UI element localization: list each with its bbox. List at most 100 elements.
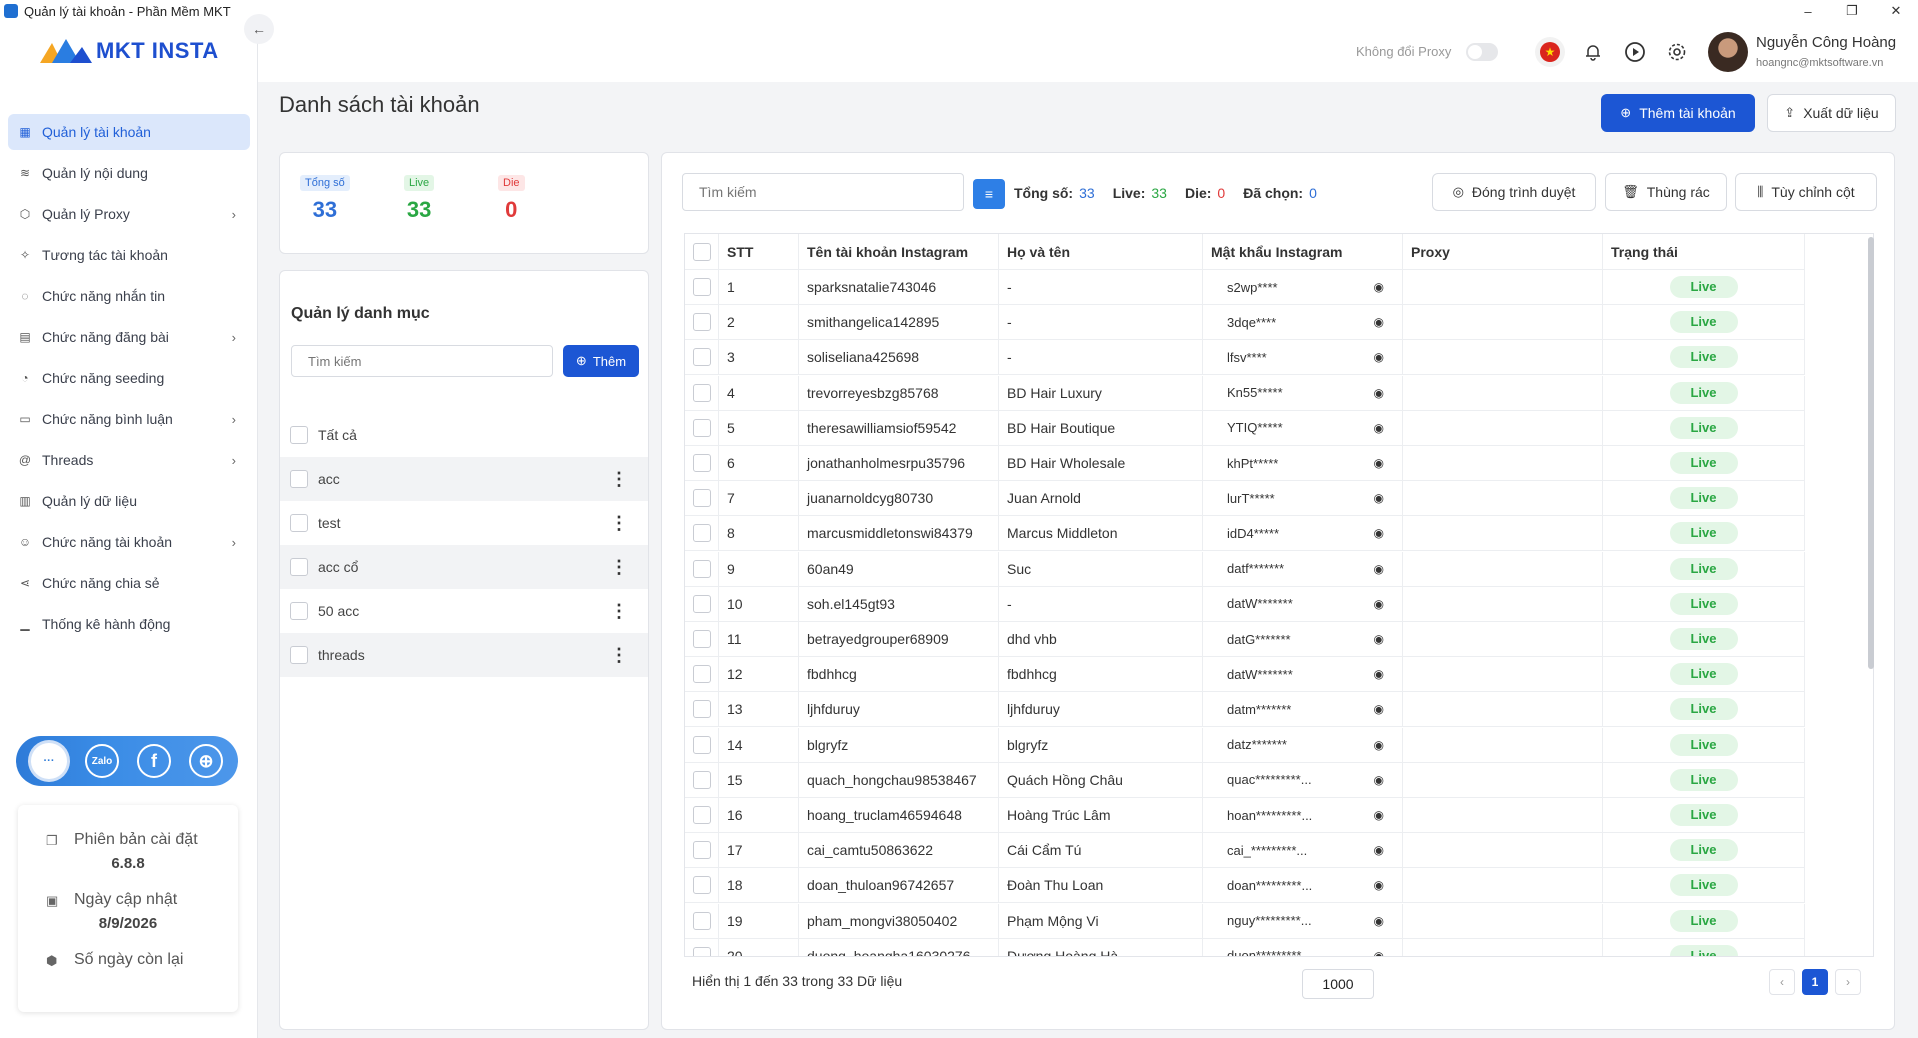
table-row[interactable]: 18 doan_thuloan96742657 Đoàn Thu Loan doan*…	[685, 868, 1805, 904]
category-checkbox[interactable]	[290, 558, 308, 576]
category-checkbox[interactable]	[290, 470, 308, 488]
table-row[interactable]: 17 cai_camtu50863622 Cái Cẩm Tú cai_*******…	[685, 833, 1805, 869]
eye-icon[interactable]: ◉	[1374, 421, 1384, 435]
table-row[interactable]: 14 blgryfz blgryfz datz******* ◉ Live	[685, 727, 1805, 763]
export-button[interactable]: ⇪ Xuất dữ liệu	[1767, 94, 1896, 132]
sidebar-item-3[interactable]: ✧ Tương tác tài khoản	[8, 237, 250, 273]
sidebar-item-4[interactable]: ◌ Chức năng nhắn tin	[8, 278, 250, 314]
eye-icon[interactable]: ◉	[1374, 738, 1384, 752]
eye-icon[interactable]: ◉	[1374, 914, 1384, 928]
column-header[interactable]: Proxy	[1403, 234, 1603, 269]
category-item[interactable]: threads ⋮	[280, 633, 648, 677]
eye-icon[interactable]: ◉	[1374, 315, 1384, 329]
category-checkbox[interactable]	[290, 646, 308, 664]
row-checkbox[interactable]	[693, 418, 711, 437]
table-row[interactable]: 19 pham_mongvi38050402 Phạm Mộng Vi nguy***…	[685, 903, 1805, 939]
category-item[interactable]: acc ⋮	[280, 457, 648, 501]
sidebar-item-7[interactable]: ▭ Chức năng bình luận ›	[8, 401, 250, 437]
sidebar-item-5[interactable]: ▤ Chức năng đăng bài ›	[8, 319, 250, 355]
eye-icon[interactable]: ◉	[1374, 562, 1384, 576]
table-row[interactable]: 15 quach_hongchau98538467 Quách Hồng Châu q…	[685, 762, 1805, 798]
table-row[interactable]: 16 hoang_truclam46594648 Hoàng Trúc Lâm hoa…	[685, 798, 1805, 833]
category-checkbox[interactable]	[290, 602, 308, 620]
category-item[interactable]: 50 acc ⋮	[280, 589, 648, 633]
minimize-button[interactable]: –	[1786, 0, 1830, 22]
row-checkbox[interactable]	[693, 841, 711, 860]
eye-icon[interactable]: ◉	[1374, 280, 1384, 294]
prev-page-button[interactable]: ‹	[1769, 969, 1795, 995]
table-row[interactable]: 5 theresawilliamsiof59542 BD Hair Boutique…	[685, 410, 1805, 446]
table-row[interactable]: 11 betrayedgrouper68909 dhd vhb datG*******…	[685, 622, 1805, 657]
play-icon[interactable]	[1620, 37, 1650, 67]
eye-icon[interactable]: ◉	[1374, 878, 1384, 892]
user-avatar[interactable]	[1708, 32, 1748, 72]
eye-icon[interactable]: ◉	[1374, 632, 1384, 646]
eye-icon[interactable]: ◉	[1374, 597, 1384, 611]
row-checkbox[interactable]	[693, 559, 711, 578]
filter-icon[interactable]: ≡	[973, 179, 1005, 209]
table-row[interactable]: 8 marcusmiddletonswi84379 Marcus Middleton…	[685, 516, 1805, 552]
page-size-input[interactable]: 1000	[1302, 969, 1374, 999]
table-row[interactable]: 13 ljhfduruy ljhfduruy datm******* ◉ Live	[685, 692, 1805, 728]
next-page-button[interactable]: ›	[1835, 969, 1861, 995]
zalo-icon[interactable]: Zalo	[85, 744, 119, 778]
table-row[interactable]: 1 sparksnatalie743046- s2wp**** ◉ Live	[685, 270, 1805, 305]
sidebar-item-12[interactable]: ▁ Thống kê hành động	[8, 606, 250, 642]
table-scrollbar[interactable]	[1868, 237, 1874, 669]
category-all[interactable]: Tất cả	[280, 413, 648, 457]
sidebar-item-6[interactable]: ◔ Chức năng seeding	[8, 360, 250, 396]
category-item[interactable]: acc cổ ⋮	[280, 545, 648, 589]
table-row[interactable]: 6 jonathanholmesrpu35796 BD Hair Wholesale…	[685, 446, 1805, 481]
collapse-sidebar-button[interactable]: ←	[244, 14, 274, 44]
eye-icon[interactable]: ◉	[1374, 350, 1384, 364]
table-row[interactable]: 9 60an49 Suc datf******* ◉ Live	[685, 551, 1805, 587]
website-globe-icon[interactable]: ⊕	[189, 744, 223, 778]
more-vertical-icon[interactable]: ⋮	[610, 645, 628, 666]
eye-icon[interactable]: ◉	[1374, 843, 1384, 857]
row-checkbox[interactable]	[693, 770, 711, 789]
row-checkbox[interactable]	[693, 876, 711, 895]
eye-icon[interactable]: ◉	[1374, 702, 1384, 716]
sidebar-item-2[interactable]: ⬡ Quản lý Proxy ›	[8, 196, 250, 232]
row-checkbox[interactable]	[693, 630, 711, 648]
sidebar-item-0[interactable]: ▦ Quản lý tài khoản	[8, 114, 250, 150]
row-checkbox[interactable]	[693, 489, 711, 508]
column-header[interactable]: Trạng thái	[1603, 234, 1805, 269]
category-checkbox[interactable]	[290, 514, 308, 532]
eye-icon[interactable]: ◉	[1374, 949, 1384, 956]
sidebar-item-9[interactable]: ▥ Quản lý dữ liệu	[8, 483, 250, 519]
page-1-button[interactable]: 1	[1802, 969, 1828, 995]
eye-icon[interactable]: ◉	[1374, 386, 1384, 400]
category-checkbox[interactable]	[290, 426, 308, 444]
close-browser-button[interactable]: ◎ Đóng trình duyệt	[1432, 173, 1596, 211]
row-checkbox[interactable]	[693, 524, 711, 543]
eye-icon[interactable]: ◉	[1374, 773, 1384, 787]
table-row[interactable]: 20 duong_hoangha16030276 Dương Hoàng Hà duo…	[685, 938, 1805, 956]
sidebar-item-1[interactable]: ≋ Quản lý nội dung	[8, 155, 250, 191]
row-checkbox[interactable]	[693, 454, 711, 472]
column-header[interactable]: Mật khẩu Instagram	[1203, 234, 1403, 269]
row-checkbox[interactable]	[693, 946, 711, 956]
select-all-checkbox[interactable]	[693, 242, 711, 261]
more-vertical-icon[interactable]: ⋮	[610, 469, 628, 490]
table-row[interactable]: 7 juanarnoldcyg80730 Juan Arnold lurT***** ◉…	[685, 481, 1805, 517]
table-row[interactable]: 10 soh.el145gt93- datW******* ◉ Live	[685, 586, 1805, 622]
sidebar-item-8[interactable]: @ Threads ›	[8, 442, 250, 478]
row-checkbox[interactable]	[693, 348, 711, 367]
language-flag-icon[interactable]: ★	[1535, 37, 1565, 67]
trash-button[interactable]: 🗑 Thùng rác	[1605, 173, 1727, 211]
more-vertical-icon[interactable]: ⋮	[610, 513, 628, 534]
support-chat-icon[interactable]: ···	[31, 743, 67, 779]
eye-icon[interactable]: ◉	[1374, 491, 1384, 505]
bell-icon[interactable]	[1578, 37, 1608, 67]
restore-button[interactable]: ❐	[1830, 0, 1874, 22]
sidebar-item-10[interactable]: ☺ Chức năng tài khoản ›	[8, 524, 250, 560]
more-vertical-icon[interactable]: ⋮	[610, 601, 628, 622]
row-checkbox[interactable]	[693, 594, 711, 613]
row-checkbox[interactable]	[693, 383, 711, 402]
row-checkbox[interactable]	[693, 700, 711, 719]
more-vertical-icon[interactable]: ⋮	[610, 557, 628, 578]
column-header[interactable]: Họ và tên	[999, 234, 1203, 269]
table-row[interactable]: 2 smithangelica142895- 3dqe**** ◉ Live	[685, 305, 1805, 341]
settings-gear-icon[interactable]	[1662, 37, 1692, 67]
